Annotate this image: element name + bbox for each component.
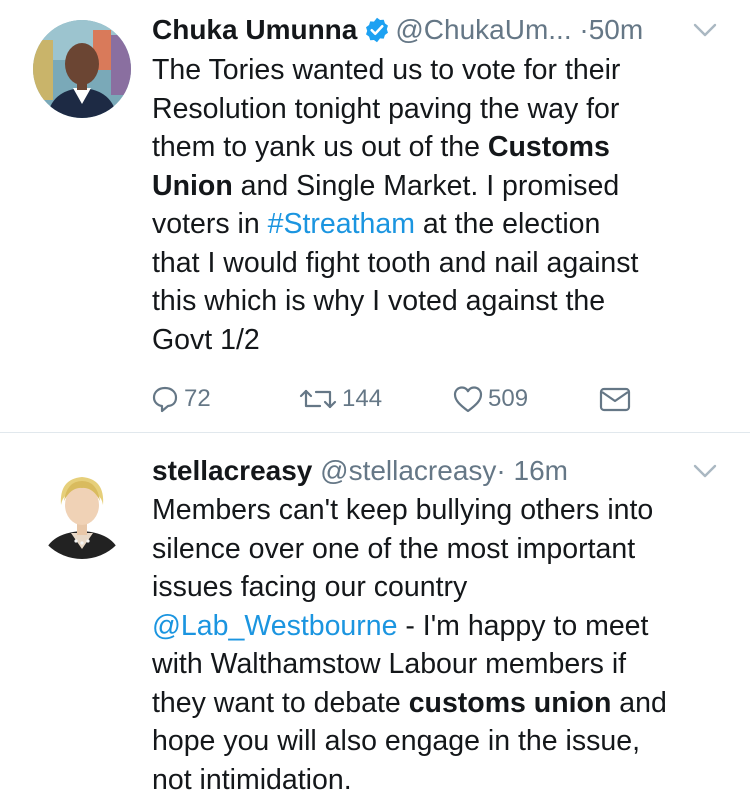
direct-message-button[interactable] xyxy=(598,381,632,417)
avatar-image xyxy=(33,461,131,559)
text-run: silence over one of the most important xyxy=(152,532,636,565)
caret-down-icon[interactable] xyxy=(692,20,718,40)
tweet-actions: 72 144 509 xyxy=(150,381,730,417)
text-run: Members can't keep bullying others into xyxy=(152,494,654,526)
tweet-text-line: voters in #Streatham at the election xyxy=(152,205,730,244)
author-handle[interactable]: @ChukaUm... xyxy=(395,14,571,45)
tweet-text-line: Union and Single Market. I promised xyxy=(152,167,730,206)
like-icon xyxy=(453,386,483,413)
tweet-text-line: that I would fight tooth and nail agains… xyxy=(152,244,730,283)
like-count: 509 xyxy=(488,385,529,412)
text-run: The Tories wanted us to vote for their xyxy=(152,54,621,86)
avatar[interactable] xyxy=(33,461,131,559)
text-run: and xyxy=(611,686,667,719)
reply-count: 72 xyxy=(184,385,211,412)
avatar[interactable] xyxy=(33,20,131,118)
text-run: this which is why I voted against the xyxy=(152,285,606,317)
reply-icon xyxy=(152,386,178,413)
text-run: voters in xyxy=(152,208,268,240)
tweet[interactable]: stellacreasy @stellacreasy· 16m Members … xyxy=(0,433,750,803)
avatar-image xyxy=(33,20,131,118)
text-run: not intimidation. xyxy=(152,763,352,796)
text-run: and Single Market. I promised xyxy=(232,169,620,202)
tweet-header: stellacreasy @stellacreasy· 16m xyxy=(152,453,730,489)
tweet-text-line: Members can't keep bullying others into xyxy=(152,491,730,530)
tweet-text-line: this which is why I voted against the xyxy=(152,282,730,321)
retweet-icon xyxy=(299,389,337,409)
separator-dot: · xyxy=(579,14,589,45)
retweet-count: 144 xyxy=(342,385,383,412)
tweet-text-line: Resolution tonight paving the way for xyxy=(152,90,730,129)
tweet-header: Chuka Umunna @ChukaUm... ·50m xyxy=(152,12,730,48)
tweet-text-line: silence over one of the most important xyxy=(152,530,730,569)
text-run: - I'm happy to meet xyxy=(397,609,649,642)
mention-link[interactable]: @Lab_Westbourne xyxy=(152,610,397,642)
tweet-text-line: The Tories wanted us to vote for their xyxy=(152,51,730,90)
tweet-text-line: with Walthamstow Labour members if xyxy=(152,645,730,684)
tweet-text-line: @Lab_Westbourne - I'm happy to meet xyxy=(152,607,730,646)
text-run: hope you will also engage in the issue, xyxy=(152,725,640,757)
bold-text: Union xyxy=(152,169,233,202)
like-button[interactable]: 509 xyxy=(452,381,528,417)
retweet-button[interactable]: 144 xyxy=(298,381,382,417)
timestamp[interactable]: 50m xyxy=(589,14,643,45)
text-run: Resolution tonight paving the way for xyxy=(152,92,620,125)
author-handle[interactable]: @stellacreasy xyxy=(320,455,496,486)
text-run: Govt 1/2 xyxy=(152,323,260,356)
bold-text: customs union xyxy=(408,686,612,719)
separator-dot: · xyxy=(496,455,506,486)
text-run: they want to debate xyxy=(152,686,409,719)
tweet-feed: Chuka Umunna @ChukaUm... ·50m The Tories… xyxy=(0,0,750,803)
text-run: issues facing our country xyxy=(152,571,468,603)
author-name[interactable]: Chuka Umunna xyxy=(152,14,357,45)
text-run: with Walthamstow Labour members if xyxy=(152,648,627,680)
tweet-text: The Tories wanted us to vote for their Re… xyxy=(152,51,730,359)
caret-down-icon[interactable] xyxy=(692,461,718,481)
text-run: them to yank us out of the xyxy=(152,131,488,163)
text-run: that I would fight tooth and nail agains… xyxy=(152,246,639,279)
hashtag-link[interactable]: #Streatham xyxy=(268,208,415,240)
tweet-text-line: issues facing our country xyxy=(152,568,730,607)
reply-button[interactable]: 72 xyxy=(150,381,211,417)
tweet-text-line: they want to debate customs union and xyxy=(152,684,730,723)
text-run: at the election xyxy=(414,208,601,240)
author-name[interactable]: stellacreasy xyxy=(152,455,312,486)
tweet-text-line: hope you will also engage in the issue, xyxy=(152,722,730,761)
tweet-text-line: Govt 1/2 xyxy=(152,321,730,360)
tweet-text-line: them to yank us out of the Customs xyxy=(152,128,730,167)
tweet[interactable]: Chuka Umunna @ChukaUm... ·50m The Tories… xyxy=(0,0,750,433)
bold-text: Customs xyxy=(487,131,610,163)
timestamp[interactable]: 16m xyxy=(514,455,568,486)
verified-badge-icon xyxy=(366,17,389,43)
tweet-text: Members can't keep bullying others into s… xyxy=(152,491,730,799)
direct-message-icon xyxy=(599,387,631,412)
tweet-text-line: not intimidation. xyxy=(152,761,730,800)
